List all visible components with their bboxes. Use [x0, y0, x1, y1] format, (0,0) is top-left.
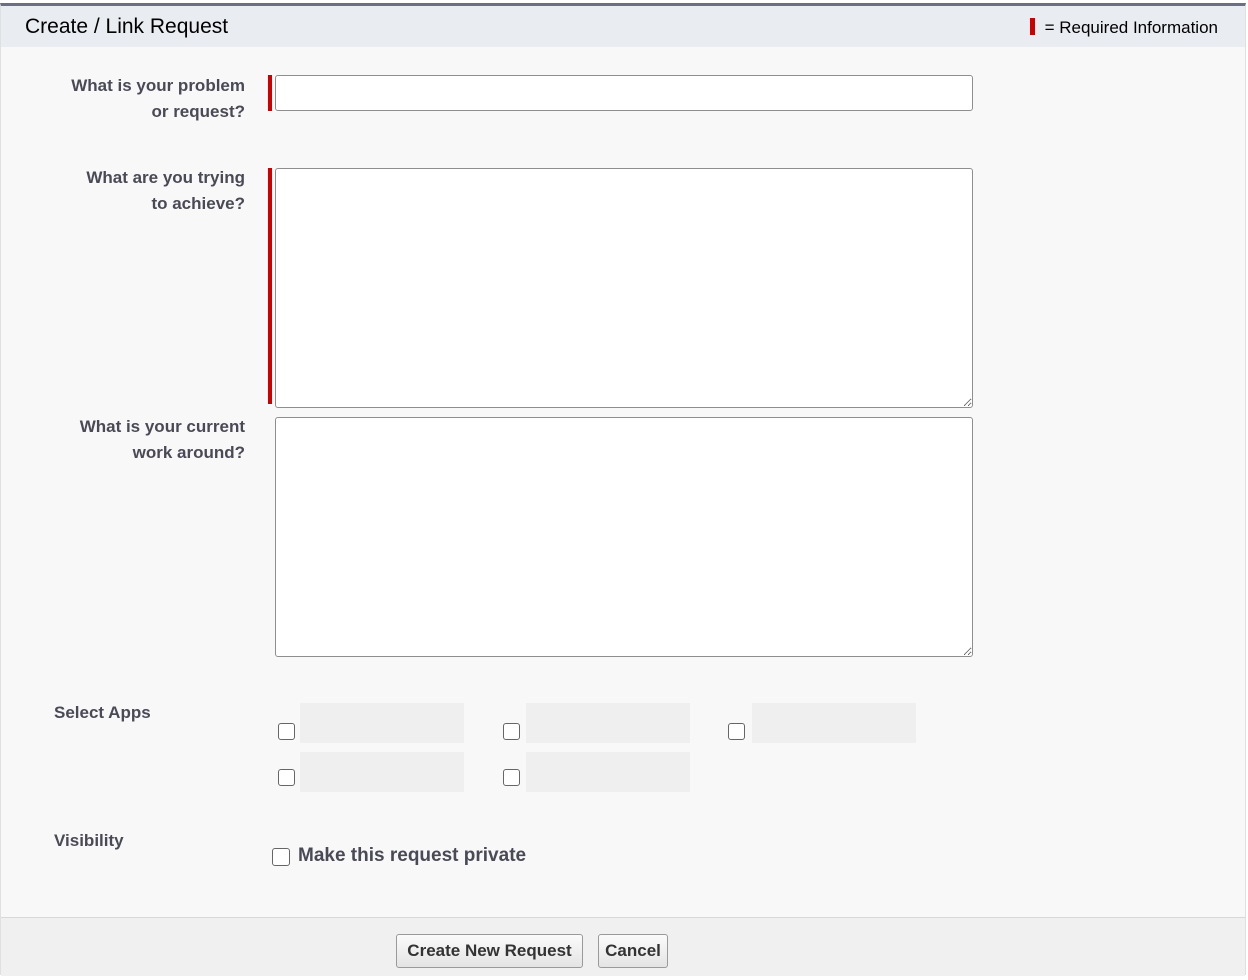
required-legend: = Required Information	[1029, 18, 1218, 38]
app-option-3	[752, 703, 916, 743]
problem-label-line2: or request?	[151, 102, 245, 121]
private-checkbox-label[interactable]: Make this request private	[298, 845, 526, 867]
app-checkbox-5[interactable]	[503, 769, 520, 786]
request-panel: Create / Link Request = Required Informa…	[0, 3, 1246, 976]
problem-label-line1: What is your problem	[71, 76, 245, 95]
app-checkbox-2[interactable]	[503, 723, 520, 740]
workaround-textarea[interactable]	[275, 417, 973, 657]
app-option-5	[526, 752, 690, 792]
problem-label: What is your problem or request?	[5, 73, 245, 125]
select-apps-label: Select Apps	[54, 703, 151, 722]
app-option-4	[300, 752, 464, 792]
required-marker-icon	[1029, 18, 1035, 35]
required-legend-text: = Required Information	[1044, 18, 1218, 37]
visibility-label: Visibility	[54, 831, 124, 850]
page-title: Create / Link Request	[25, 15, 229, 38]
private-checkbox[interactable]	[272, 848, 290, 866]
goal-label: What are you trying to achieve?	[5, 165, 245, 217]
workaround-label-line2: work around?	[132, 443, 245, 462]
problem-input[interactable]	[275, 75, 973, 111]
app-checkbox-1[interactable]	[278, 723, 295, 740]
panel-header: Create / Link Request = Required Informa…	[1, 6, 1245, 47]
workaround-label: What is your current work around?	[5, 414, 245, 466]
workaround-label-line1: What is your current	[79, 417, 245, 436]
goal-required-marker	[268, 168, 272, 404]
cancel-button[interactable]: Cancel	[598, 934, 668, 968]
goal-textarea[interactable]	[275, 168, 973, 408]
app-option-1	[300, 703, 464, 743]
button-footer: Create New Request Cancel	[1, 917, 1245, 976]
problem-required-marker	[268, 75, 272, 111]
app-option-2	[526, 703, 690, 743]
app-checkbox-3[interactable]	[728, 723, 745, 740]
goal-label-line2: to achieve?	[151, 194, 245, 213]
app-checkbox-4[interactable]	[278, 769, 295, 786]
create-new-request-button[interactable]: Create New Request	[396, 934, 583, 968]
goal-label-line1: What are you trying	[86, 168, 245, 187]
